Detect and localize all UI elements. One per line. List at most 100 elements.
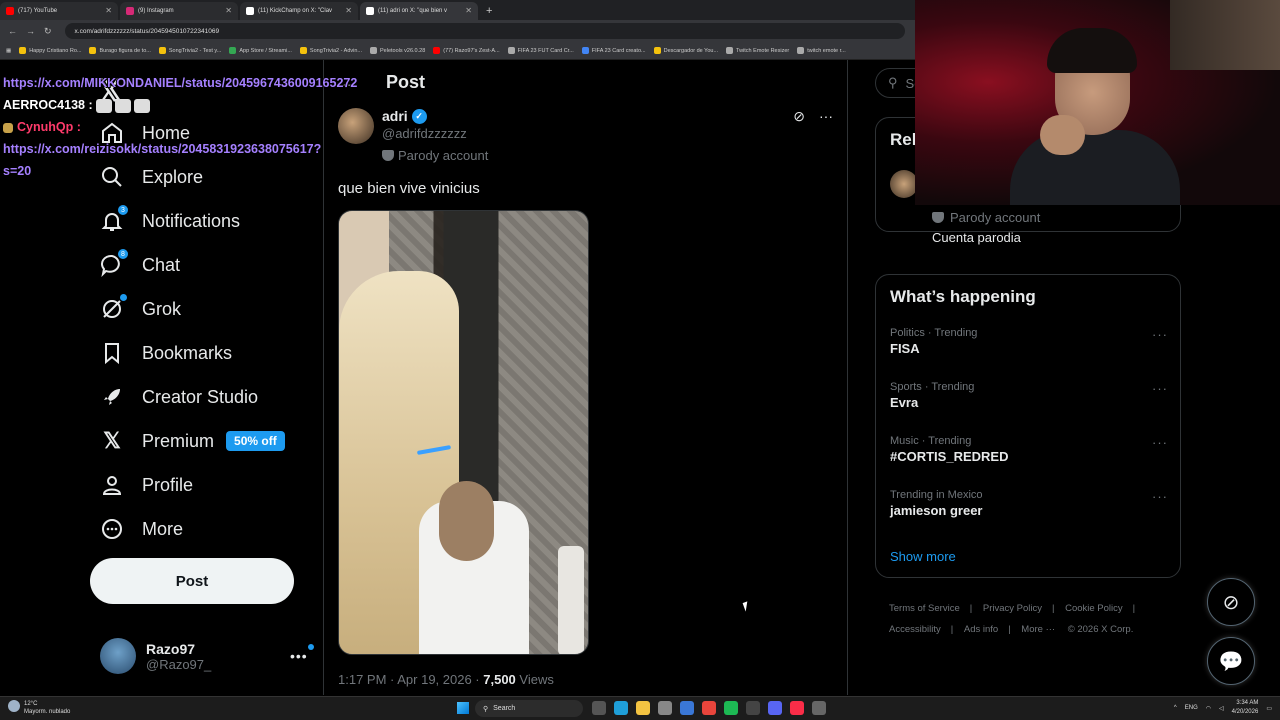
bookmark-label: FIFA 23 FUT Card Cr... [517,47,574,54]
search-icon: ⚲ [483,705,489,713]
sidebar-item-chat[interactable]: 8 Chat [100,248,180,280]
close-icon[interactable]: ✕ [225,6,232,15]
bookmark-item[interactable]: SongTrivia2 - Advin... [299,47,362,54]
monkey-shape [439,481,494,561]
bookmark-item[interactable]: Peletools v26.0.28 [370,47,425,54]
author-handle[interactable]: @adrifdzzzzzz [382,126,467,141]
folder-icon[interactable] [636,701,650,715]
close-icon[interactable]: ✕ [345,6,352,15]
sidebar-item-more[interactable]: More [100,514,183,544]
avatar[interactable] [890,170,918,198]
sidebar-item-creator-studio[interactable]: Creator Studio [100,382,258,412]
more-horizontal-icon[interactable]: ··· [1152,435,1168,450]
back-arrow-icon[interactable]: ← [8,26,17,36]
notification-center-icon[interactable]: ▭ [1266,705,1272,712]
mask-icon [932,212,944,223]
chrome-icon[interactable] [702,701,716,715]
bookmark-icon [726,47,734,54]
bookmark-item[interactable]: Happy Cristiano Ro... [19,47,81,54]
taskbar-search[interactable]: ⚲ Search [475,700,583,717]
forward-arrow-icon[interactable]: → [26,26,35,36]
footer-link[interactable]: Cookie Policy [1065,603,1123,614]
bookmark-item[interactable]: FIFA 23 FUT Card Cr... [507,47,574,54]
bookmark-item[interactable]: Twitch Emote Resizer [726,47,789,54]
spotify-icon[interactable] [724,701,738,715]
more-horizontal-icon[interactable]: ··· [1152,489,1168,504]
footer-link[interactable]: Privacy Policy [983,603,1042,614]
bookmark-icon [370,47,377,54]
weather-widget[interactable]: 12°C Mayorm. nublado [8,700,70,716]
sidebar-item-notifications[interactable]: 3 Notifications [100,204,240,236]
post-media-image[interactable] [338,210,589,655]
reload-icon[interactable]: ↻ [44,26,52,37]
post-button[interactable]: Post [90,558,294,604]
bookmark-item[interactable]: twitch emote r... [797,47,846,54]
volume-icon[interactable]: ◁ [1219,705,1224,712]
more-horizontal-icon[interactable]: ··· [819,108,833,125]
cloud-icon [8,700,20,712]
browser-tab[interactable]: (717) YouTube ✕ [0,2,118,20]
wifi-icon[interactable]: ◠ [1206,705,1211,712]
new-tab-button[interactable]: + [486,5,492,17]
apps-icon[interactable]: ▦ [6,48,11,54]
windows-start-icon[interactable] [457,702,469,714]
bookmark-item[interactable]: App Store / Streami... [229,47,292,54]
sidebar-item-premium[interactable]: 𝕏 Premium 50% off [100,426,285,456]
chat-username: AERROC4138 : [3,98,93,112]
footer-link[interactable]: Accessibility [889,624,941,635]
account-handle: @Razo97_ [146,656,212,672]
footer-link[interactable]: Terms of Service [889,603,960,614]
close-icon[interactable]: ✕ [105,6,112,15]
bookmark-item[interactable]: (77) Razo97's Zest-A... [433,47,500,54]
post-time[interactable]: 1:17 PM · Apr 19, 2026 · [338,672,483,687]
grok-icon[interactable]: ⊘ [793,108,805,125]
new-dot [120,294,127,301]
discord-icon[interactable] [768,701,782,715]
trend-item[interactable]: Music · Trending #CORTIS_REDRED ··· [890,435,1168,464]
clock[interactable]: 3:34 AM 4/20/2026 [1232,699,1259,717]
sidebar-item-profile[interactable]: Profile [100,470,193,500]
account-switcher[interactable]: Razo97 @Razo97_ [100,638,211,674]
music-icon[interactable] [790,701,804,715]
calendar-icon[interactable] [658,701,672,715]
task-view-icon[interactable] [592,701,606,715]
account-more-icon[interactable]: ••• [290,644,314,664]
language-indicator[interactable]: ENG [1185,705,1198,711]
bookmark-item[interactable]: Burago figura de to... [89,47,151,54]
bookmark-item[interactable]: Descargador de You... [653,47,718,54]
more-horizontal-icon[interactable]: ··· [1152,327,1168,342]
trend-item[interactable]: Trending in Mexico jamieson greer ··· [890,489,1168,518]
grok-fab-button[interactable]: ⊘ [1207,578,1255,626]
sidebar-item-grok[interactable]: Grok [100,294,181,324]
views-label: Views [515,672,554,687]
footer-link[interactable]: More ··· [1021,624,1055,635]
messages-fab-button[interactable]: 💬 [1207,637,1255,685]
trend-item[interactable]: Politics · Trending FISA ··· [890,327,1168,356]
chevron-up-icon[interactable]: ^ [1174,705,1177,711]
parody-label: Parody account [382,148,488,163]
browser-tab[interactable]: (9) Instagram ✕ [120,2,238,20]
trend-item[interactable]: Sports · Trending Evra ··· [890,381,1168,410]
bookmark-item[interactable]: FIFA 23 Card creato... [581,47,646,54]
bookmark-item[interactable]: SongTrivia2 - Test y... [158,47,221,54]
relevant-title: Rel [890,130,917,149]
edge-icon[interactable] [614,701,628,715]
bookmark-icon [158,47,166,54]
browser-tab-active[interactable]: (11) adri on X: "que bien v ✕ [360,2,478,20]
app-icon[interactable] [812,701,826,715]
author-avatar[interactable] [338,108,374,144]
bookmark-label: Twitch Emote Resizer [736,47,790,54]
mail-icon[interactable] [680,701,694,715]
close-icon[interactable]: ✕ [465,6,472,15]
author-name[interactable]: adri [382,108,408,124]
show-more-link[interactable]: Show more [890,549,956,564]
trend-name: Evra [890,395,919,410]
obs-icon[interactable] [746,701,760,715]
more-horizontal-icon[interactable]: ··· [1152,381,1168,396]
footer-link[interactable]: Ads info [964,624,998,635]
bell-icon: 3 [100,204,129,233]
url-field[interactable]: x.com/adrifdzzzzzz/status/20459450107223… [64,23,905,39]
post-author[interactable]: adri ✓ @adrifdzzzzzz [338,108,467,144]
browser-tab[interactable]: (11) KickChamp on X: "Clav ✕ [240,2,358,20]
sidebar-item-bookmarks[interactable]: Bookmarks [100,338,232,368]
